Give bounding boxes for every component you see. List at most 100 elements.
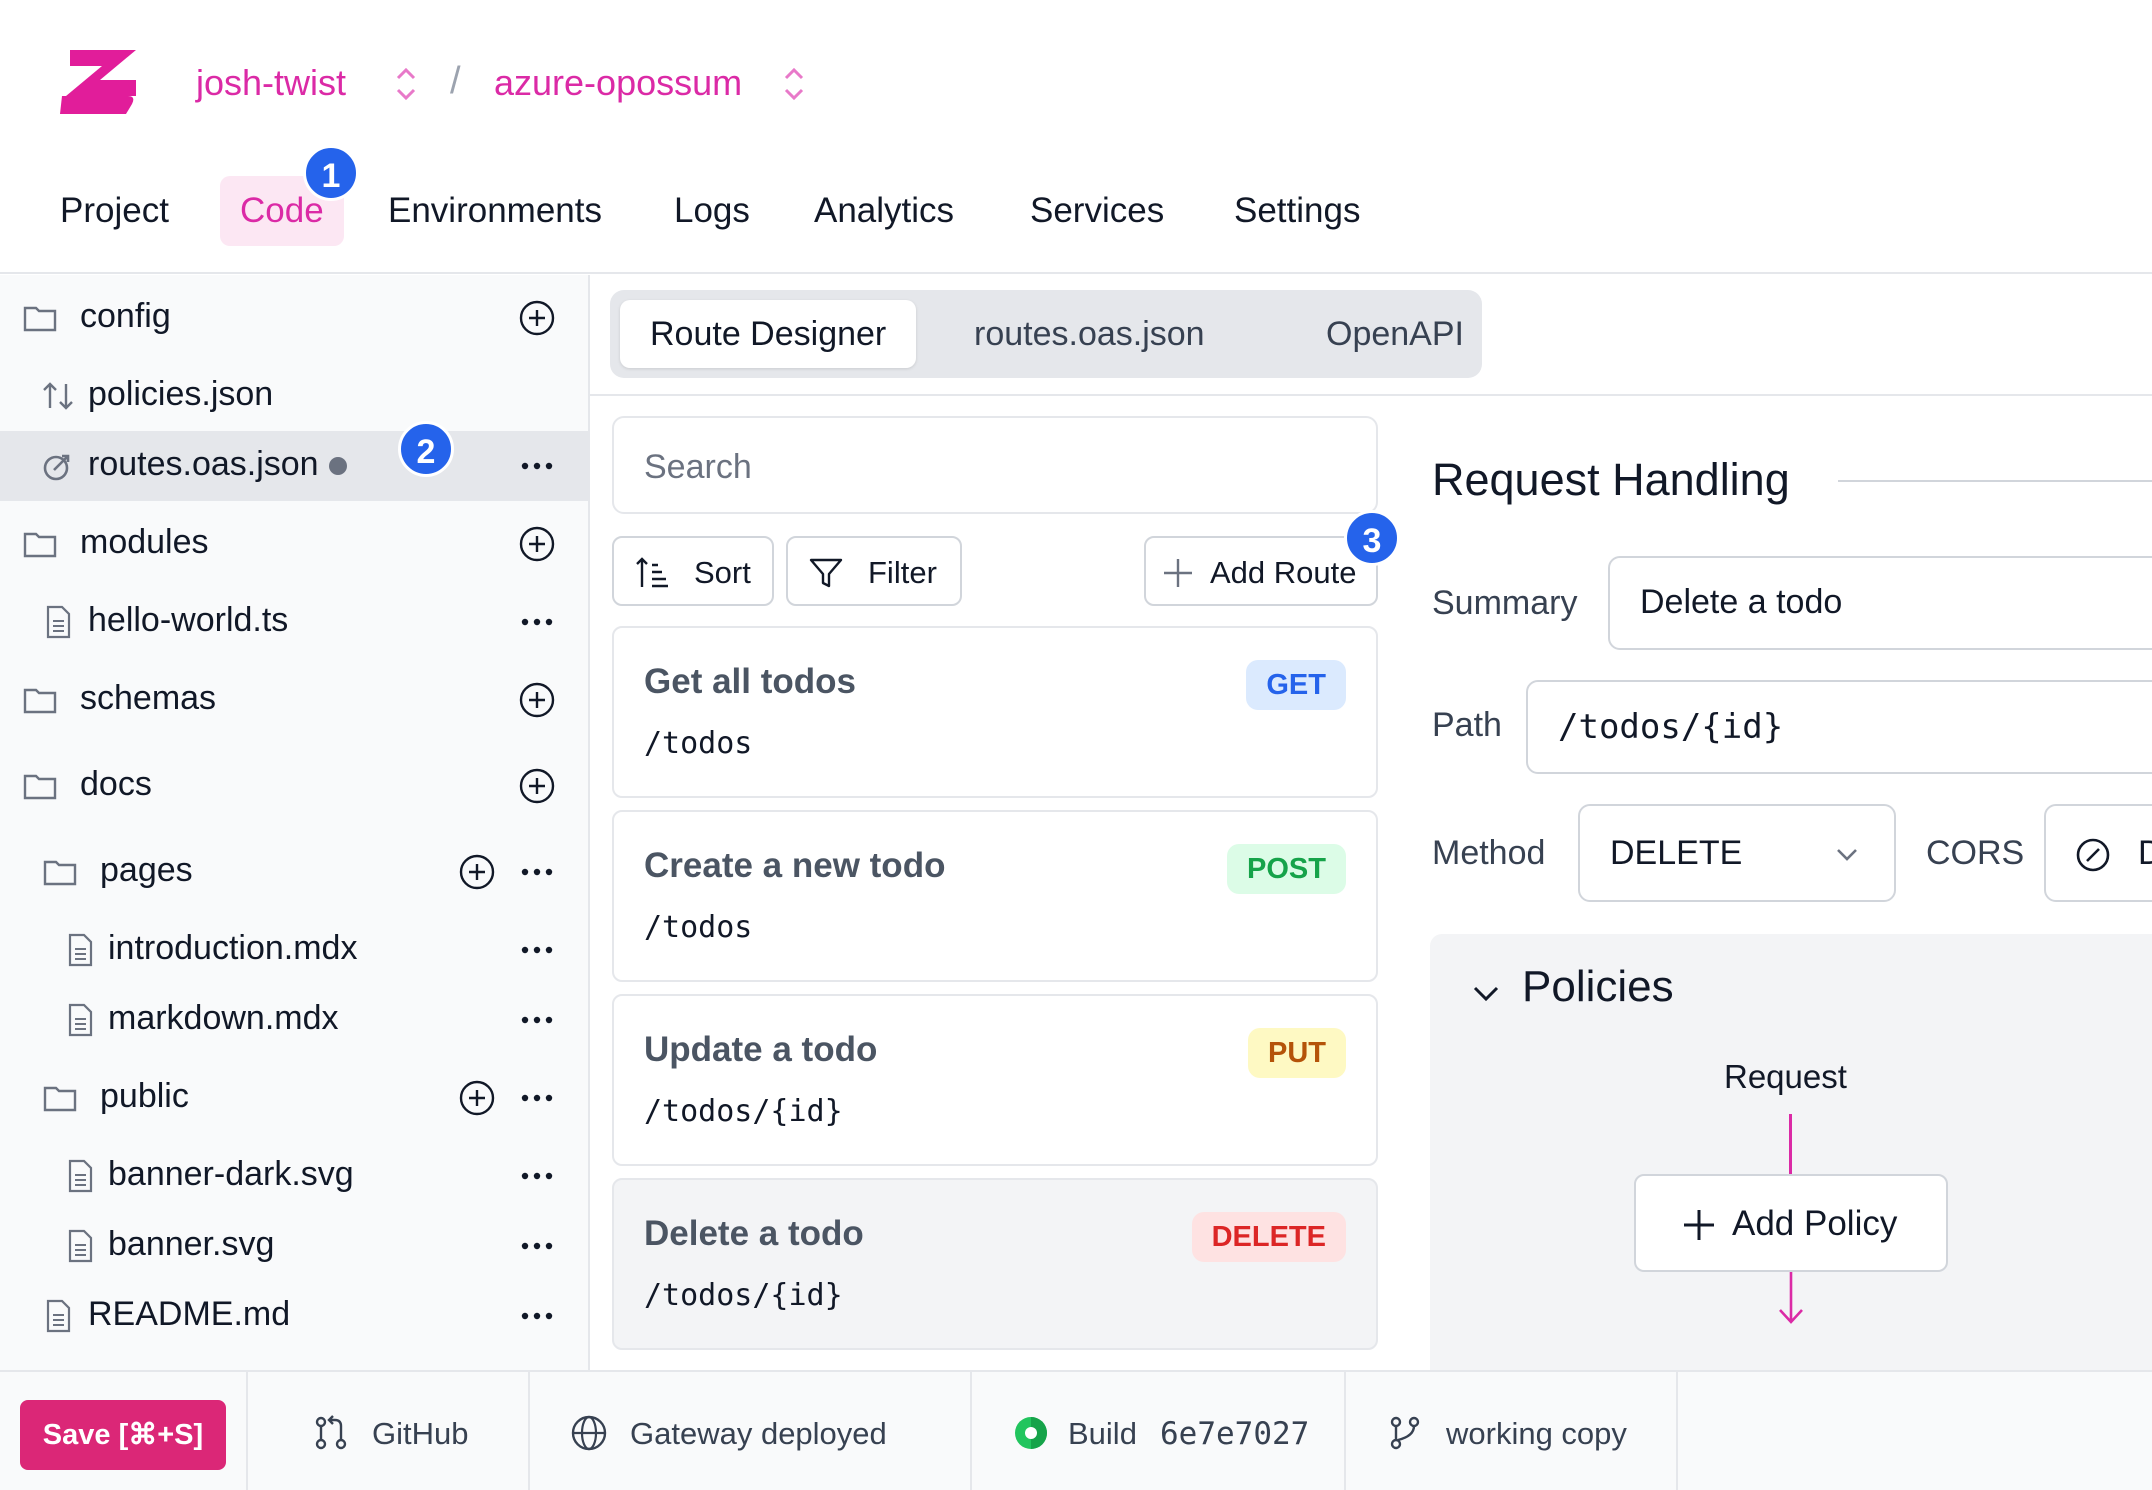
route-title: Create a new todo bbox=[644, 846, 946, 885]
file-tree-label: routes.oas.json bbox=[88, 445, 347, 484]
path-label: Path bbox=[1432, 706, 1502, 744]
route-card[interactable]: Get all todos /todos GET bbox=[612, 626, 1378, 798]
add-file-icon[interactable] bbox=[518, 681, 556, 719]
tab-routes-oas-json[interactable]: routes.oas.json bbox=[944, 300, 1235, 368]
flow-line bbox=[1789, 1114, 1792, 1176]
file-policies-json[interactable]: policies.json bbox=[0, 361, 588, 431]
add-file-icon[interactable] bbox=[458, 1079, 496, 1117]
file-icon bbox=[68, 1159, 93, 1193]
tab-logs[interactable]: Logs bbox=[654, 176, 770, 246]
org-chevron-icon[interactable] bbox=[392, 64, 420, 104]
more-options-icon[interactable] bbox=[518, 1299, 556, 1333]
sort-button[interactable]: Sort bbox=[612, 536, 774, 606]
github-status[interactable]: GitHub bbox=[246, 1372, 530, 1490]
globe-icon bbox=[571, 1415, 607, 1451]
route-card-selected[interactable]: Delete a todo /todos/{id} DELETE bbox=[612, 1178, 1378, 1350]
tab-settings[interactable]: Settings bbox=[1214, 176, 1380, 246]
more-options-icon[interactable] bbox=[518, 1081, 556, 1115]
method-badge: POST bbox=[1227, 844, 1346, 894]
tab-route-designer[interactable]: Route Designer bbox=[620, 300, 917, 368]
branch-status[interactable]: working copy bbox=[1346, 1372, 1678, 1490]
more-options-icon[interactable] bbox=[518, 449, 556, 483]
more-options-icon[interactable] bbox=[518, 1003, 556, 1037]
folder-schemas[interactable]: schemas bbox=[0, 665, 588, 735]
add-route-button[interactable]: Add Route bbox=[1144, 536, 1378, 606]
method-select[interactable]: DELETE bbox=[1578, 804, 1896, 902]
filter-label: Filter bbox=[868, 555, 937, 590]
file-tree-label: public bbox=[100, 1077, 189, 1115]
tab-environments[interactable]: Environments bbox=[368, 176, 622, 246]
zuplo-logo-icon[interactable] bbox=[56, 44, 142, 120]
file-tree-sidebar: config policies.json routes.oas.json 2 m… bbox=[0, 275, 590, 1370]
file-hello-world-ts[interactable]: hello-world.ts bbox=[0, 587, 588, 657]
file-tree-label: banner.svg bbox=[108, 1225, 275, 1263]
project-switcher[interactable]: azure-opossum bbox=[494, 62, 742, 104]
more-options-icon[interactable] bbox=[518, 605, 556, 639]
file-introduction-mdx[interactable]: introduction.mdx bbox=[0, 915, 588, 985]
add-file-icon[interactable] bbox=[458, 853, 496, 891]
top-header: josh-twist / azure-opossum Project Code … bbox=[0, 0, 2152, 274]
arrow-down-icon bbox=[1779, 1272, 1803, 1324]
folder-pages[interactable]: pages bbox=[0, 837, 588, 907]
tab-project[interactable]: Project bbox=[40, 176, 189, 246]
file-icon bbox=[68, 1229, 93, 1263]
section-title: Request Handling bbox=[1432, 454, 1790, 505]
add-file-icon[interactable] bbox=[518, 767, 556, 805]
add-file-icon[interactable] bbox=[518, 525, 556, 563]
tab-services[interactable]: Services bbox=[1010, 176, 1184, 246]
file-routes-oas-json[interactable]: routes.oas.json bbox=[0, 431, 588, 501]
gateway-label: Gateway deployed bbox=[630, 1416, 887, 1451]
breadcrumb-separator: / bbox=[450, 60, 461, 102]
more-options-icon[interactable] bbox=[518, 1229, 556, 1263]
branch-label: working copy bbox=[1446, 1416, 1627, 1451]
file-tree-label: config bbox=[80, 297, 171, 335]
org-switcher[interactable]: josh-twist bbox=[196, 62, 346, 104]
route-icon bbox=[43, 454, 70, 481]
more-options-icon[interactable] bbox=[518, 1159, 556, 1193]
file-banner-svg[interactable]: banner.svg bbox=[0, 1211, 588, 1281]
filter-button[interactable]: Filter bbox=[786, 536, 962, 606]
file-icon bbox=[46, 605, 71, 639]
step-badge-1: 1 bbox=[303, 145, 359, 201]
more-options-icon[interactable] bbox=[518, 933, 556, 967]
folder-docs[interactable]: docs bbox=[0, 751, 588, 821]
folder-icon bbox=[23, 688, 57, 714]
path-field[interactable]: /todos/{id} bbox=[1526, 680, 2152, 774]
add-policy-label: Add Policy bbox=[1732, 1204, 1898, 1243]
route-search[interactable] bbox=[612, 416, 1378, 514]
route-card[interactable]: Create a new todo /todos POST bbox=[612, 810, 1378, 982]
tab-analytics[interactable]: Analytics bbox=[794, 176, 974, 246]
route-card[interactable]: Update a todo /todos/{id} PUT bbox=[612, 994, 1378, 1166]
save-button[interactable]: Save [⌘+S] bbox=[20, 1400, 226, 1470]
path-value: /todos/{id} bbox=[1558, 707, 1784, 747]
chevron-down-icon[interactable] bbox=[1468, 976, 1504, 1012]
file-tree-label: introduction.mdx bbox=[108, 929, 358, 967]
cors-select[interactable]: D bbox=[2044, 804, 2152, 902]
folder-modules[interactable]: modules bbox=[0, 509, 588, 579]
file-icon bbox=[68, 933, 93, 967]
add-policy-button[interactable]: Add Policy bbox=[1634, 1174, 1948, 1272]
gateway-status[interactable]: Gateway deployed bbox=[530, 1372, 972, 1490]
build-status[interactable]: Build 6e7e7027 bbox=[972, 1372, 1346, 1490]
folder-config[interactable]: config bbox=[0, 283, 588, 353]
folder-icon bbox=[23, 306, 57, 332]
search-input[interactable] bbox=[644, 442, 1344, 492]
add-file-icon[interactable] bbox=[518, 299, 556, 337]
summary-label: Summary bbox=[1432, 584, 1578, 622]
tab-openapi[interactable]: OpenAPI bbox=[1296, 300, 1494, 368]
folder-icon bbox=[43, 1086, 77, 1112]
policies-title[interactable]: Policies bbox=[1522, 962, 1674, 1012]
file-banner-dark-svg[interactable]: banner-dark.svg bbox=[0, 1141, 588, 1211]
file-tree-label: banner-dark.svg bbox=[108, 1155, 354, 1193]
folder-public[interactable]: public bbox=[0, 1063, 588, 1133]
file-readme-md[interactable]: README.md bbox=[0, 1281, 588, 1351]
project-chevron-icon[interactable] bbox=[780, 64, 808, 104]
route-path: /todos/{id} bbox=[644, 1094, 843, 1129]
step-badge-2: 2 bbox=[398, 421, 454, 477]
file-icon bbox=[46, 1299, 71, 1333]
editor-view-tabs: Route Designer routes.oas.json OpenAPI bbox=[610, 290, 1482, 378]
method-value: DELETE bbox=[1610, 834, 1743, 872]
file-markdown-mdx[interactable]: markdown.mdx bbox=[0, 985, 588, 1055]
more-options-icon[interactable] bbox=[518, 855, 556, 889]
summary-field[interactable]: Delete a todo bbox=[1608, 556, 2152, 650]
